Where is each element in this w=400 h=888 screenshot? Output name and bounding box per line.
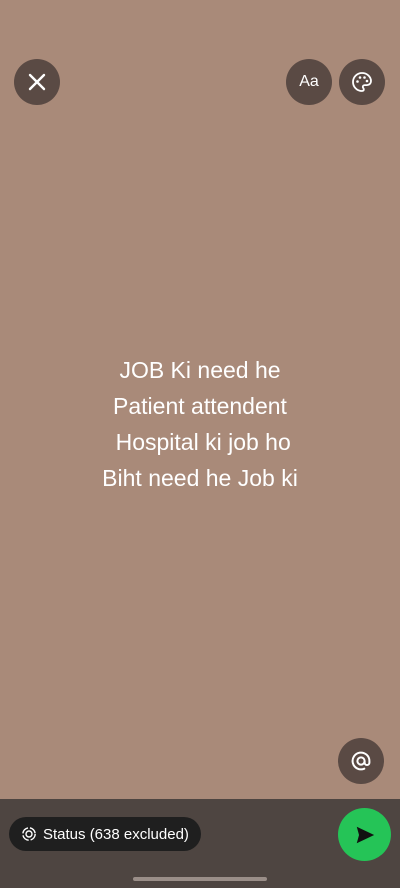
status-text-line: Biht need he Job ki bbox=[102, 465, 298, 491]
palette-icon bbox=[352, 72, 372, 92]
mention-button[interactable] bbox=[338, 738, 384, 784]
font-style-label: Aa bbox=[299, 73, 319, 90]
font-style-button[interactable]: Aa bbox=[286, 59, 332, 105]
status-audience-label: Status (638 excluded) bbox=[43, 825, 189, 843]
send-icon bbox=[356, 826, 374, 843]
send-button[interactable] bbox=[338, 808, 391, 861]
mention-icon bbox=[351, 751, 371, 771]
status-text-line: Hospital ki job ho bbox=[109, 429, 291, 455]
close-button[interactable] bbox=[14, 59, 60, 105]
background-color-button[interactable] bbox=[339, 59, 385, 105]
close-icon bbox=[28, 73, 46, 91]
status-audience-button[interactable]: Status (638 excluded) bbox=[9, 817, 201, 851]
status-text-content[interactable]: JOB Ki need he Patient attendent Hospita… bbox=[0, 352, 400, 496]
status-text-line: JOB Ki need he bbox=[119, 357, 281, 383]
status-text-line: Patient attendent bbox=[113, 393, 287, 419]
status-icon bbox=[22, 827, 36, 841]
home-indicator[interactable] bbox=[133, 877, 267, 881]
